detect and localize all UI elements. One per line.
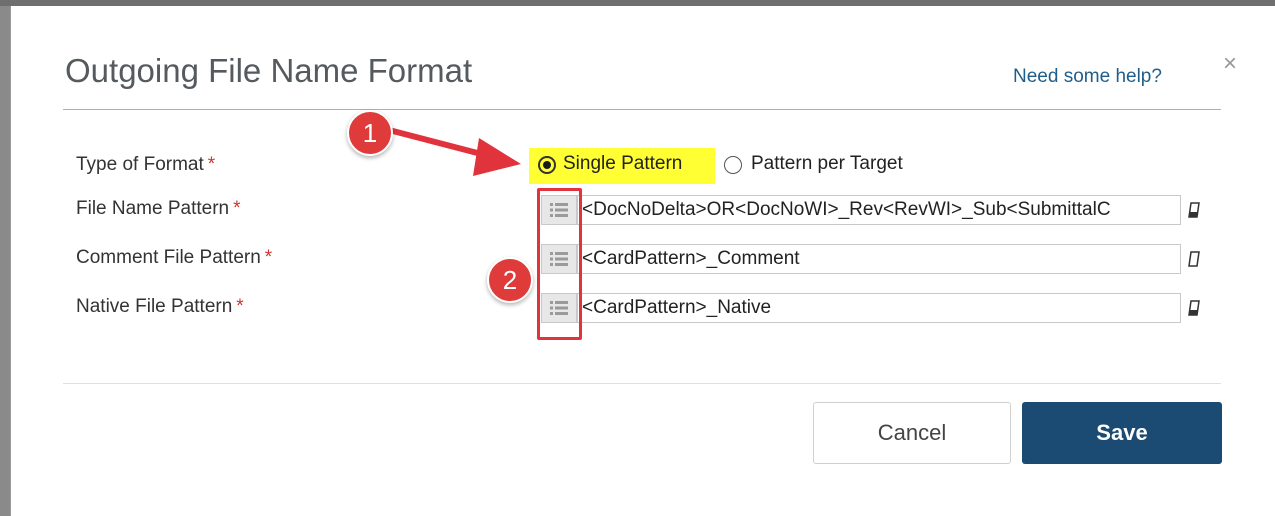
save-button[interactable]: Save (1022, 402, 1222, 464)
header-divider (63, 109, 1221, 110)
comment-file-pattern-input[interactable]: <CardPattern>_Comment (577, 244, 1181, 274)
type-of-format-label: Type of Format * (76, 154, 216, 175)
eraser-icon[interactable] (1187, 251, 1201, 267)
native-file-pattern-input[interactable]: <CardPattern>_Native (577, 293, 1181, 323)
annotation-badge-1: 1 (347, 110, 393, 156)
file-name-format-dialog: Outgoing File Name Format Need some help… (10, 6, 1275, 516)
file-name-pattern-label: File Name Pattern * (76, 198, 241, 219)
annotation-highlight-box (537, 188, 582, 340)
dialog-title: Outgoing File Name Format (65, 52, 473, 89)
file-name-pattern-input[interactable]: <DocNoDelta>OR<DocNoWI>_Rev<RevWI>_Sub<S… (577, 195, 1181, 225)
comment-file-pattern-label: Comment File Pattern * (76, 247, 273, 268)
footer-divider (63, 383, 1221, 384)
radio-single-pattern[interactable] (538, 156, 556, 174)
eraser-icon[interactable] (1187, 300, 1201, 316)
radio-pattern-per-target-label[interactable]: Pattern per Target (751, 153, 903, 175)
annotation-badge-2: 2 (487, 257, 533, 303)
radio-single-pattern-label[interactable]: Single Pattern (563, 153, 682, 175)
help-link[interactable]: Need some help? (1013, 66, 1162, 88)
close-icon[interactable]: × (1223, 50, 1237, 78)
native-file-pattern-label: Native File Pattern * (76, 296, 244, 317)
eraser-icon[interactable] (1187, 202, 1201, 218)
radio-pattern-per-target[interactable] (724, 156, 742, 174)
cancel-button[interactable]: Cancel (813, 402, 1011, 464)
